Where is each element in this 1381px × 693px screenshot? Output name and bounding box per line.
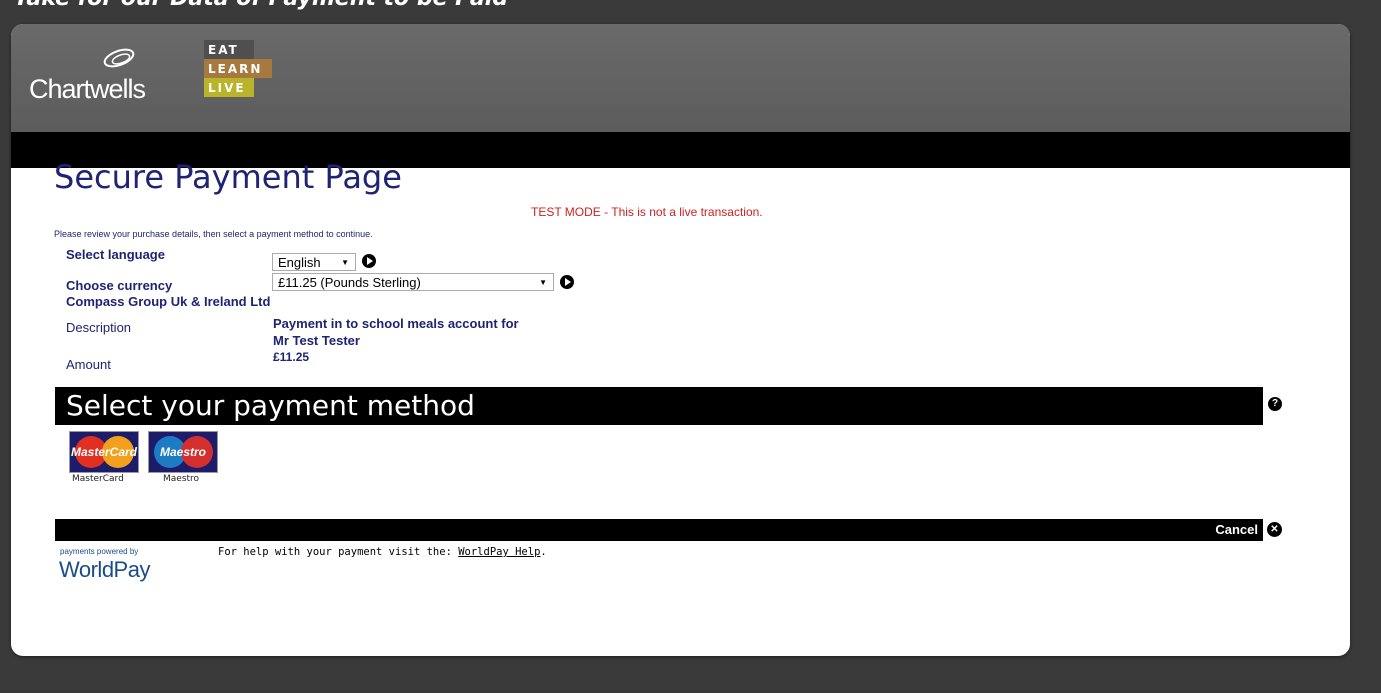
header: Chartwells EAT LEARN LIVE (11, 24, 1350, 132)
chartwells-logo: Chartwells (29, 46, 149, 116)
currency-label: Choose currency (66, 278, 173, 293)
chartwells-swirl-icon (103, 48, 135, 68)
help-suffix: . (540, 546, 547, 558)
tagline-learn: LEARN (204, 59, 272, 78)
amount-label: Amount (66, 357, 111, 372)
description-line-1: Payment in to school meals account for (273, 316, 519, 331)
brand-name: Chartwells (29, 74, 146, 104)
language-go-button[interactable] (362, 254, 376, 268)
cancel-button[interactable]: Cancel (1215, 522, 1258, 537)
chevron-down-icon: ▼ (341, 258, 349, 267)
maestro-caption: Maestro (163, 474, 200, 484)
chevron-down-icon: ▼ (539, 278, 547, 287)
payment-method-title: Select your payment method (66, 389, 475, 422)
merchant-name: Compass Group Uk & Ireland Ltd (66, 294, 271, 309)
mastercard-button[interactable]: MasterCard (69, 431, 139, 473)
worldpay-help-link[interactable]: WorldPay Help (458, 546, 540, 558)
close-icon[interactable]: ✕ (1267, 522, 1282, 537)
language-select[interactable]: English ▼ (272, 253, 356, 271)
cutoff-text: Take for our Data of Payment to be Paid (14, 0, 508, 11)
mastercard-caption: MasterCard (72, 474, 124, 484)
payment-card: Chartwells EAT LEARN LIVE (11, 24, 1350, 656)
description-line-2: Mr Test Tester (273, 333, 360, 348)
test-mode-notice: TEST MODE - This is not a live transacti… (531, 205, 763, 219)
powered-by-text: payments powered by (60, 547, 139, 556)
language-label: Select language (66, 247, 165, 262)
currency-go-button[interactable] (560, 275, 574, 289)
payment-method-header: Select your payment method (55, 387, 1263, 425)
maestro-button[interactable]: Maestro (148, 431, 218, 473)
tagline-live: LIVE (204, 78, 254, 97)
currency-value: £11.25 (Pounds Sterling) (278, 275, 421, 290)
cancel-bar: Cancel (55, 519, 1263, 541)
language-value: English (278, 255, 321, 270)
intro-text: Please review your purchase details, the… (54, 229, 373, 239)
tagline-eat: EAT (204, 40, 254, 59)
help-line: For help with your payment visit the: Wo… (218, 546, 547, 558)
help-icon[interactable]: ? (1268, 397, 1282, 411)
worldpay-logo: WorldPay (59, 557, 150, 582)
page-title: Secure Payment Page (54, 158, 402, 196)
help-text: For help with your payment visit the: (218, 546, 459, 558)
maestro-logo-text: Maestro (159, 445, 206, 459)
description-label: Description (66, 320, 132, 335)
eat-learn-live-logo: EAT LEARN LIVE (204, 40, 272, 97)
amount-value: £11.25 (273, 350, 310, 364)
currency-select[interactable]: £11.25 (Pounds Sterling) ▼ (272, 273, 554, 291)
mastercard-logo-text: MasterCard (70, 445, 138, 459)
